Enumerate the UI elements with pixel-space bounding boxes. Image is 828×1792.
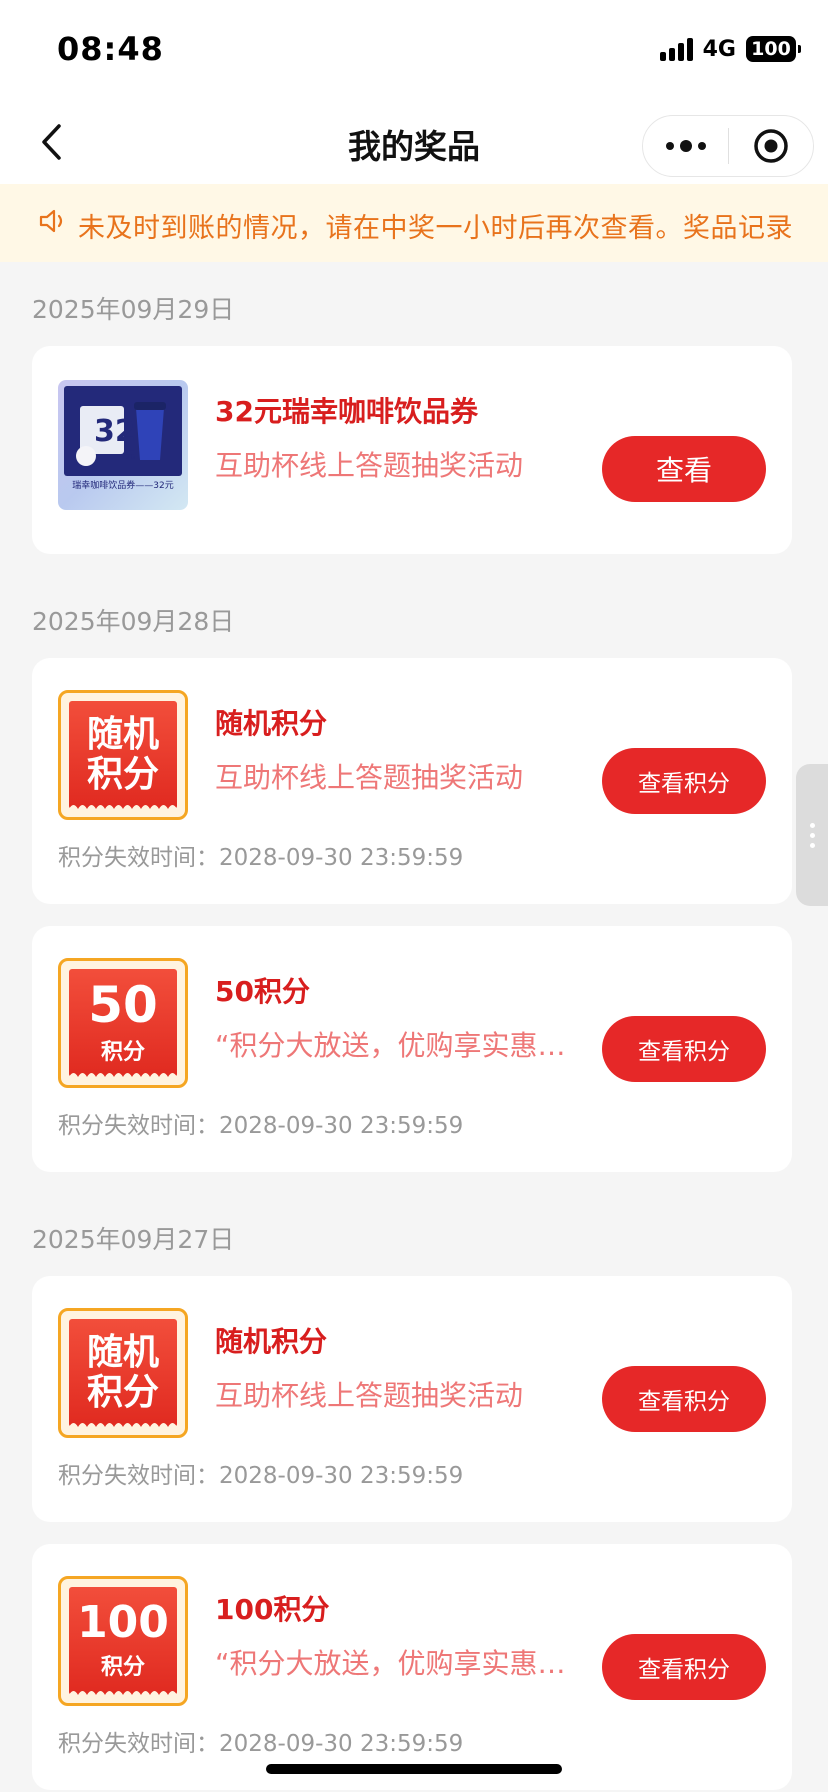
coupon-value: 32 [94,414,136,449]
prize-subtitle: 互助杯线上答题抽奖活动 [215,449,524,482]
notice-text: 未及时到账的情况，请在中奖一小时后再次查看。奖品记录 [78,213,793,244]
view-points-button[interactable]: 查看积分 [602,1634,766,1700]
handle-dot [809,832,815,838]
badge-line1: 随机 [86,1332,159,1374]
expire-time: 积分失效时间：2028-09-30 23:59:59 [58,1106,463,1140]
badge-unit: 积分 [100,1655,145,1680]
target-circle-icon [754,129,788,163]
status-bar: 08:48 4G 100 [0,0,828,100]
date-heading: 2025年09月27日 [32,1225,235,1254]
prize-title: 32元瑞幸咖啡饮品券 [215,395,478,428]
prize-card: 100 积分 100积分 “积分大放送，优购享实惠… 查看积分 积分失效时间：2… [32,1544,792,1790]
coupon-unit: 元 [126,451,136,461]
expire-time: 积分失效时间：2028-09-30 23:59:59 [58,838,463,872]
prize-title: 100积分 [215,1593,330,1626]
expire-label: 积分失效时间： [58,1113,219,1139]
view-points-button[interactable]: 查看积分 [602,1016,766,1082]
expire-value: 2028-09-30 23:59:59 [219,1731,464,1757]
expire-label: 积分失效时间： [58,1731,219,1757]
network-type: 4G [702,36,736,62]
view-points-button[interactable]: 查看积分 [602,1366,766,1432]
more-dots-icon [665,140,706,152]
home-indicator[interactable] [266,1764,562,1774]
notice-bar[interactable]: 未及时到账的情况，请在中奖一小时后再次查看。奖品记录 [0,184,828,262]
coupon-thumbnail: 32 元 瑞幸咖啡饮品券——32元 [58,380,188,510]
date-heading: 2025年09月28日 [32,607,235,636]
prize-subtitle: “积分大放送，优购享实惠… [215,1029,566,1062]
battery-level: 100 [751,38,791,60]
handle-dot [809,842,815,848]
badge-wave [69,1423,177,1427]
prize-subtitle: “积分大放送，优购享实惠… [215,1647,566,1680]
badge-line2: 积分 [86,754,159,795]
battery-icon: 100 [746,36,801,62]
view-points-button[interactable]: 查看积分 [602,748,766,814]
points-badge: 50 积分 [58,958,188,1088]
speaker-icon [39,209,63,233]
badge-unit: 积分 [100,1040,145,1065]
view-prize-button[interactable]: 查看 [602,436,766,502]
badge-wave [69,1073,177,1077]
prize-subtitle: 互助杯线上答题抽奖活动 [215,1379,524,1412]
prize-subtitle: 互助杯线上答题抽奖活动 [215,761,524,794]
signal-icon [659,37,693,61]
badge-wave [69,805,177,809]
random-points-badge: 随机 积分 [58,1308,188,1438]
more-button[interactable] [643,116,728,176]
expire-value: 2028-09-30 23:59:59 [219,1463,464,1489]
date-heading: 2025年09月29日 [32,295,235,324]
expire-value: 2028-09-30 23:59:59 [219,845,464,871]
handle-dot [809,822,815,828]
expire-label: 积分失效时间： [58,1463,219,1489]
prize-title: 随机积分 [215,707,328,740]
nav-bar: 我的奖品 [0,100,828,184]
badge-number: 50 [88,976,158,1034]
prize-title: 50积分 [215,975,310,1008]
prize-card: 50 积分 50积分 “积分大放送，优购享实惠… 查看积分 积分失效时间：202… [32,926,792,1172]
prize-title: 随机积分 [215,1325,328,1358]
status-icons: 4G 100 [659,34,801,64]
expire-time: 积分失效时间：2028-09-30 23:59:59 [58,1456,463,1490]
badge-line1: 随机 [86,714,159,756]
close-button[interactable] [729,116,813,176]
coupon-label: 瑞幸咖啡饮品券——32元 [72,481,174,491]
badge-line2: 积分 [86,1372,159,1413]
prize-card: 随机 积分 随机积分 互助杯线上答题抽奖活动 查看积分 积分失效时间：2028-… [32,1276,792,1522]
points-badge: 100 积分 [58,1576,188,1706]
status-time: 08:48 [57,30,164,68]
badge-wave [69,1691,177,1695]
expire-time: 积分失效时间：2028-09-30 23:59:59 [58,1724,463,1758]
expire-value: 2028-09-30 23:59:59 [219,1113,464,1139]
side-float-handle[interactable] [796,764,828,906]
mini-program-capsule [642,115,814,177]
prize-card: 随机 积分 随机积分 互助杯线上答题抽奖活动 查看积分 积分失效时间：2028-… [32,658,792,904]
prize-card: 32 元 瑞幸咖啡饮品券——32元 32元瑞幸咖啡饮品券 互助杯线上答题抽奖活动… [32,346,792,554]
expire-label: 积分失效时间： [58,845,219,871]
badge-number: 100 [77,1597,169,1648]
random-points-badge: 随机 积分 [58,690,188,820]
